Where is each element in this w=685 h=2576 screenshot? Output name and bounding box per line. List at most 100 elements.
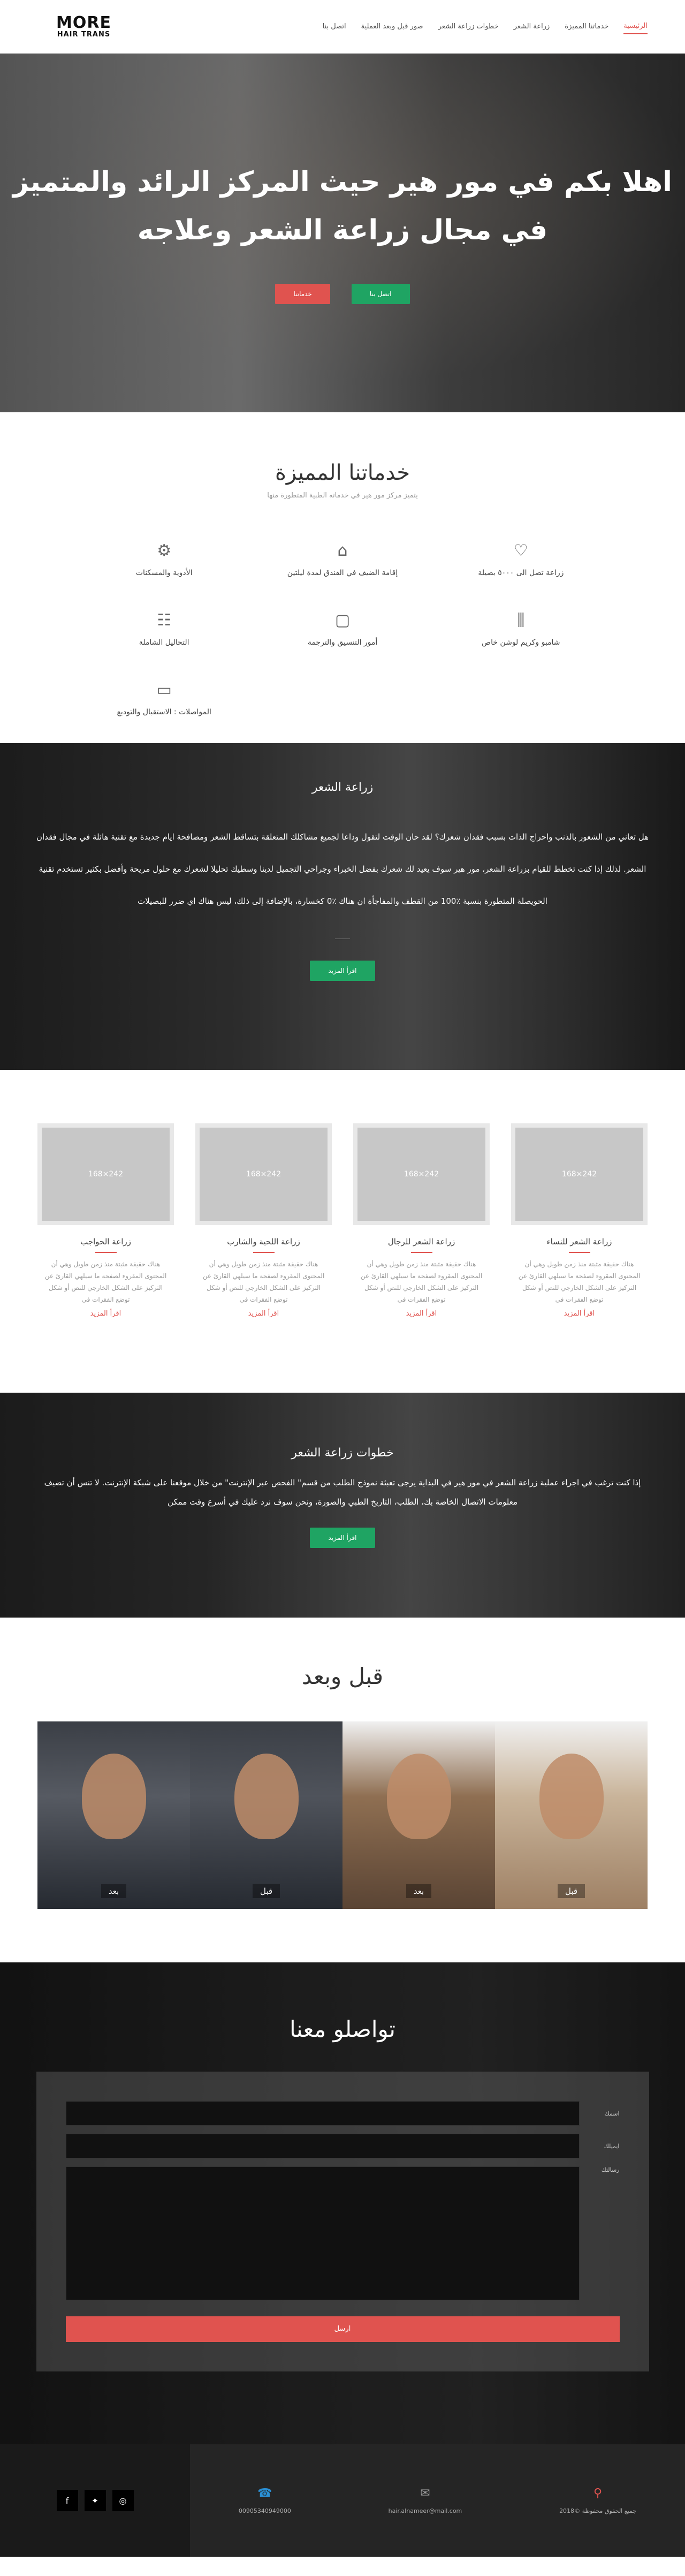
steps-read-more-button[interactable]: اقرأ المزيد (310, 1528, 375, 1548)
email-field[interactable] (65, 2134, 580, 2158)
home-icon: ⌂ (337, 541, 348, 560)
services-grid: ♡ زراعة تصل الى ٥٠٠٠ بصيلة ⌂ إقامة الضيف… (75, 540, 610, 717)
menu-item-steps[interactable]: خطوات زراعة الشعر (438, 19, 499, 34)
patient-face-image (81, 1754, 146, 1839)
chart-icon: ☷ (157, 610, 172, 630)
card-read-more-link[interactable]: اقرأ المزيد (564, 1310, 595, 1318)
card-text: هناك حقيقة مثبتة منذ زمن طويل وهي أن الم… (202, 1260, 325, 1303)
hero-heading: اهلا بكم في مور هير حيث المركز الرائد وا… (0, 54, 685, 254)
menu-item-contact[interactable]: اتصل بنا (323, 19, 346, 34)
site-logo[interactable]: MORE HAIR TRANS (56, 15, 111, 39)
form-row: اسمك (65, 2101, 620, 2126)
instagram-icon[interactable]: ◎ (112, 2490, 134, 2511)
copyright-text: جميع الحقوق محفوظة ©2018 (559, 2507, 637, 2514)
frame-icon: ▢ (334, 610, 351, 630)
card-image-placeholder: 242×168 (42, 1128, 170, 1221)
hero-section: اهلا بكم في مور هير حيث المركز الرائد وا… (0, 54, 685, 412)
footer-phone: ☎ 00905340949000 (239, 2487, 291, 2514)
facebook-icon[interactable]: f (56, 2490, 78, 2511)
patient-face-image (386, 1754, 451, 1839)
transplant-text: هل تعاني من الشعور بالذنب واحراج الذات ب… (36, 832, 649, 906)
treatment-card: 242×168 زراعة الشعر للرجال هناك حقيقة مث… (353, 1123, 490, 1318)
phone-icon: ☎ (257, 2487, 272, 2500)
treatments-cards: 242×168 زراعة الشعر للنساء هناك حقيقة مث… (0, 1070, 685, 1393)
logo-text-bottom: HAIR TRANS (57, 31, 111, 39)
card-read-more-link[interactable]: اقرأ المزيد (406, 1310, 437, 1318)
photo-tag: قبل (557, 1884, 585, 1898)
menu-item-services[interactable]: خدماتنا المميزة (565, 19, 608, 34)
form-row: رسالتك (65, 2166, 620, 2300)
contact-section: تواصلو معنا اسمك ايميلك رسالتك ارسل (0, 1962, 685, 2444)
menu-item-hair-transplant[interactable]: زراعة الشعر (514, 19, 550, 34)
card-image-frame: 242×168 (353, 1123, 490, 1225)
card-read-more-link[interactable]: اقرأ المزيد (90, 1310, 121, 1318)
steps-text: إذا كنت ترغب في اجراء عملية زراعة الشعر … (44, 1478, 641, 1507)
patient-face-image (539, 1754, 604, 1839)
card-title: زراعة الشعر للنساء (546, 1237, 612, 1247)
location-pin-icon: ⚲ (593, 2487, 603, 2500)
before-after-photo[interactable]: بعد (342, 1721, 495, 1909)
before-after-photo[interactable]: بعد (37, 1721, 190, 1909)
menu-item-before-after[interactable]: صور قبل وبعد العملية (361, 19, 423, 34)
service-item: ▢ أمور التنسيق والترجمة (253, 609, 431, 647)
photo-tag: بعد (406, 1884, 432, 1898)
name-label: اسمك (604, 2110, 620, 2117)
treatment-card: 242×168 زراعة اللحية والشارب هناك حقيقة … (195, 1123, 332, 1318)
photo-tag: بعد (101, 1884, 127, 1898)
card-read-more-link[interactable]: اقرأ المزيد (248, 1310, 279, 1318)
bus-icon: ▭ (156, 680, 172, 699)
form-row: ايميلك (65, 2134, 620, 2158)
hero-services-button[interactable]: خدماتنا (275, 284, 330, 304)
before-after-photo[interactable]: قبل (495, 1721, 648, 1909)
service-item: ⌂ إقامة الضيف في الفندق لمدة ليلتين (253, 540, 431, 578)
footer-email: ✉ hair.alnameer@mail.com (389, 2487, 462, 2514)
send-button[interactable]: ارسل (65, 2316, 620, 2342)
mail-icon: ✉ (420, 2487, 430, 2500)
photo-tag: قبل (252, 1884, 280, 1898)
card-title: زراعة الشعر للرجال (387, 1237, 455, 1247)
message-textarea[interactable] (65, 2166, 580, 2300)
hair-transplant-section: زراعة الشعر هل تعاني من الشعور بالذنب وا… (0, 743, 685, 1070)
contact-title: تواصلو معنا (290, 2016, 395, 2042)
service-label: إقامة الضيف في الفندق لمدة ليلتين (287, 569, 398, 577)
heart-icon: ♡ (513, 541, 528, 560)
services-subtitle: يتميز مركز مور هير في خدماته الطبية المت… (267, 492, 418, 500)
service-item: ☷ التحاليل الشاملة (75, 609, 253, 647)
service-label: شامبو وكريم لوشن خاص (482, 638, 560, 647)
footer-info: ☎ 00905340949000 ✉ hair.alnameer@mail.co… (190, 2487, 685, 2514)
transplant-title: زراعة الشعر (311, 781, 374, 794)
card-image-placeholder: 242×168 (200, 1128, 328, 1221)
card-text: هناك حقيقة مثبتة منذ زمن طويل وهي أن الم… (360, 1260, 483, 1303)
email-address[interactable]: hair.alnameer@mail.com (389, 2507, 462, 2514)
twitter-icon[interactable]: ✦ (84, 2490, 106, 2511)
hero-heading-line1: اهلا بكم في مور هير حيث المركز الرائد وا… (13, 166, 672, 198)
email-label: ايميلك (604, 2142, 620, 2150)
card-image-placeholder: 242×168 (357, 1128, 485, 1221)
services-section: خدماتنا المميزة يتميز مركز مور هير في خد… (0, 412, 685, 743)
transplant-read-more-button[interactable]: اقرأ المزيد (310, 961, 375, 981)
before-after-title: قبل وبعد (301, 1663, 384, 1689)
before-after-gallery: قبل بعد قبل بعد (37, 1721, 648, 1909)
menu-item-home[interactable]: الرئيسية (623, 19, 648, 34)
top-navbar: الرئيسية خدماتنا المميزة زراعة الشعر خطو… (0, 0, 685, 54)
service-label: التحاليل الشاملة (139, 638, 189, 647)
service-label: زراعة تصل الى ٥٠٠٠ بصيلة (478, 569, 564, 577)
card-text: هناك حقيقة مثبتة منذ زمن طويل وهي أن الم… (44, 1260, 167, 1303)
card-underline (95, 1252, 117, 1253)
main-menu: الرئيسية خدماتنا المميزة زراعة الشعر خطو… (323, 19, 648, 34)
card-title: زراعة اللحية والشارب (227, 1237, 300, 1247)
hero-contact-button[interactable]: اتصل بنا (351, 284, 410, 304)
service-item: ⚙ الأدوية والمسكنات (75, 540, 253, 578)
service-label: المواصلات : الاستقبال والتوديع (117, 708, 211, 716)
phone-number[interactable]: 00905340949000 (239, 2507, 291, 2514)
treatment-card: 242×168 زراعة الشعر للنساء هناك حقيقة مث… (511, 1123, 648, 1318)
service-item: ⫼ شامبو وكريم لوشن خاص (432, 609, 610, 647)
before-after-section: قبل وبعد قبل بعد قبل بعد (0, 1618, 685, 1962)
steps-title: خطوات زراعة الشعر (291, 1446, 394, 1460)
footer-copyright: ⚲ جميع الحقوق محفوظة ©2018 (559, 2487, 636, 2514)
contact-form: اسمك ايميلك رسالتك ارسل (36, 2072, 649, 2371)
service-label: أمور التنسيق والترجمة (307, 638, 378, 647)
name-field[interactable] (65, 2101, 580, 2126)
service-label: الأدوية والمسكنات (135, 569, 193, 577)
before-after-photo[interactable]: قبل (190, 1721, 342, 1909)
